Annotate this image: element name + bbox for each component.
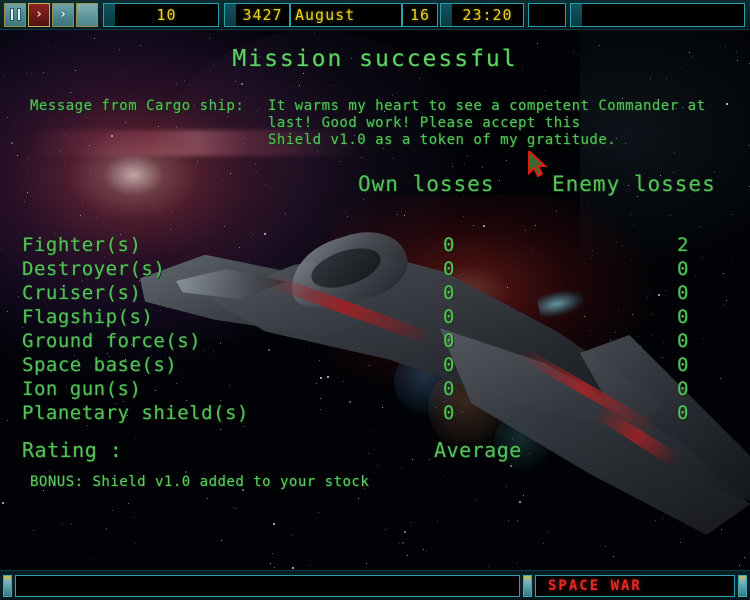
page-title: Mission successful xyxy=(232,46,518,72)
own-loss-value: 0 xyxy=(443,306,455,328)
column-header-own-losses: Own losses xyxy=(358,172,495,196)
status-message-field[interactable] xyxy=(15,574,520,597)
credits-readout: 10 xyxy=(115,2,219,27)
bonus-text: BONUS: Shield v1.0 added to your stock xyxy=(30,474,370,490)
table-row: Cruiser(s) 0 0 xyxy=(22,282,722,306)
bottom-status-bar: SPACE WAR xyxy=(0,570,750,600)
wide-readout xyxy=(582,2,745,27)
table-row: Destroyer(s) 0 0 xyxy=(22,258,722,282)
table-row: Space base(s) 0 0 xyxy=(22,354,722,378)
year-readout: 3427 xyxy=(236,2,290,27)
credits-field-cap xyxy=(103,2,115,27)
right-scroll-knob[interactable] xyxy=(738,574,747,597)
own-loss-value: 0 xyxy=(443,402,455,424)
losses-table: Fighter(s) 0 2 Destroyer(s) 0 0 Cruiser(s) 0 0 Fl… xyxy=(22,234,722,426)
table-row: Fighter(s) 0 2 xyxy=(22,234,722,258)
spare-readout xyxy=(528,2,566,27)
own-loss-value: 0 xyxy=(443,282,455,304)
year-field-cap xyxy=(224,2,236,27)
blank-button[interactable] xyxy=(76,2,98,27)
own-loss-value: 0 xyxy=(443,330,455,352)
enemy-loss-value: 0 xyxy=(677,258,689,280)
time-readout: 23:20 xyxy=(452,2,524,27)
game-title-label: SPACE WAR xyxy=(535,574,735,597)
own-loss-value: 0 xyxy=(443,354,455,376)
enemy-loss-value: 0 xyxy=(677,330,689,352)
message-body: It warms my heart to see a competent Com… xyxy=(268,98,706,148)
middle-scroll-knob[interactable] xyxy=(523,574,532,597)
row-label: Flagship(s) xyxy=(22,306,154,328)
table-row: Flagship(s) 0 0 xyxy=(22,306,722,330)
chevron-double-right-icon: › xyxy=(60,7,66,22)
enemy-loss-value: 0 xyxy=(677,306,689,328)
day-readout: 16 xyxy=(402,2,438,27)
chevron-right-icon: › xyxy=(36,7,42,22)
row-label: Fighter(s) xyxy=(22,234,142,256)
enemy-loss-value: 0 xyxy=(677,354,689,376)
pause-icon xyxy=(9,8,21,21)
enemy-loss-value: 0 xyxy=(677,402,689,424)
fast-forward-button[interactable]: › xyxy=(52,2,74,27)
wide-field-cap xyxy=(570,2,582,27)
own-loss-value: 0 xyxy=(443,234,455,256)
row-label: Ground force(s) xyxy=(22,330,202,352)
enemy-loss-value: 0 xyxy=(677,378,689,400)
table-row: Ion gun(s) 0 0 xyxy=(22,378,722,402)
pause-button[interactable] xyxy=(4,2,26,27)
month-readout: August xyxy=(290,2,402,27)
own-loss-value: 0 xyxy=(443,258,455,280)
row-label: Ion gun(s) xyxy=(22,378,142,400)
top-status-bar: › › 10 3427 August 16 23:20 xyxy=(0,0,750,30)
rating-value: Average xyxy=(434,438,522,462)
message-sender-label: Message from Cargo ship: xyxy=(30,98,245,114)
play-button[interactable]: › xyxy=(28,2,50,27)
table-row: Planetary shield(s) 0 0 xyxy=(22,402,722,426)
column-header-enemy-losses: Enemy losses xyxy=(552,172,716,196)
own-loss-value: 0 xyxy=(443,378,455,400)
time-field-cap xyxy=(440,2,452,27)
row-label: Destroyer(s) xyxy=(22,258,166,280)
left-scroll-knob[interactable] xyxy=(3,574,12,597)
rating-row: Rating : Average xyxy=(22,438,722,464)
row-label: Planetary shield(s) xyxy=(22,402,249,424)
table-row: Ground force(s) 0 0 xyxy=(22,330,722,354)
row-label: Space base(s) xyxy=(22,354,178,376)
row-label: Cruiser(s) xyxy=(22,282,142,304)
enemy-loss-value: 2 xyxy=(677,234,689,256)
game-screen: › › 10 3427 August 16 23:20 Mission succ… xyxy=(0,0,750,600)
enemy-loss-value: 0 xyxy=(677,282,689,304)
rating-label: Rating : xyxy=(22,438,123,462)
